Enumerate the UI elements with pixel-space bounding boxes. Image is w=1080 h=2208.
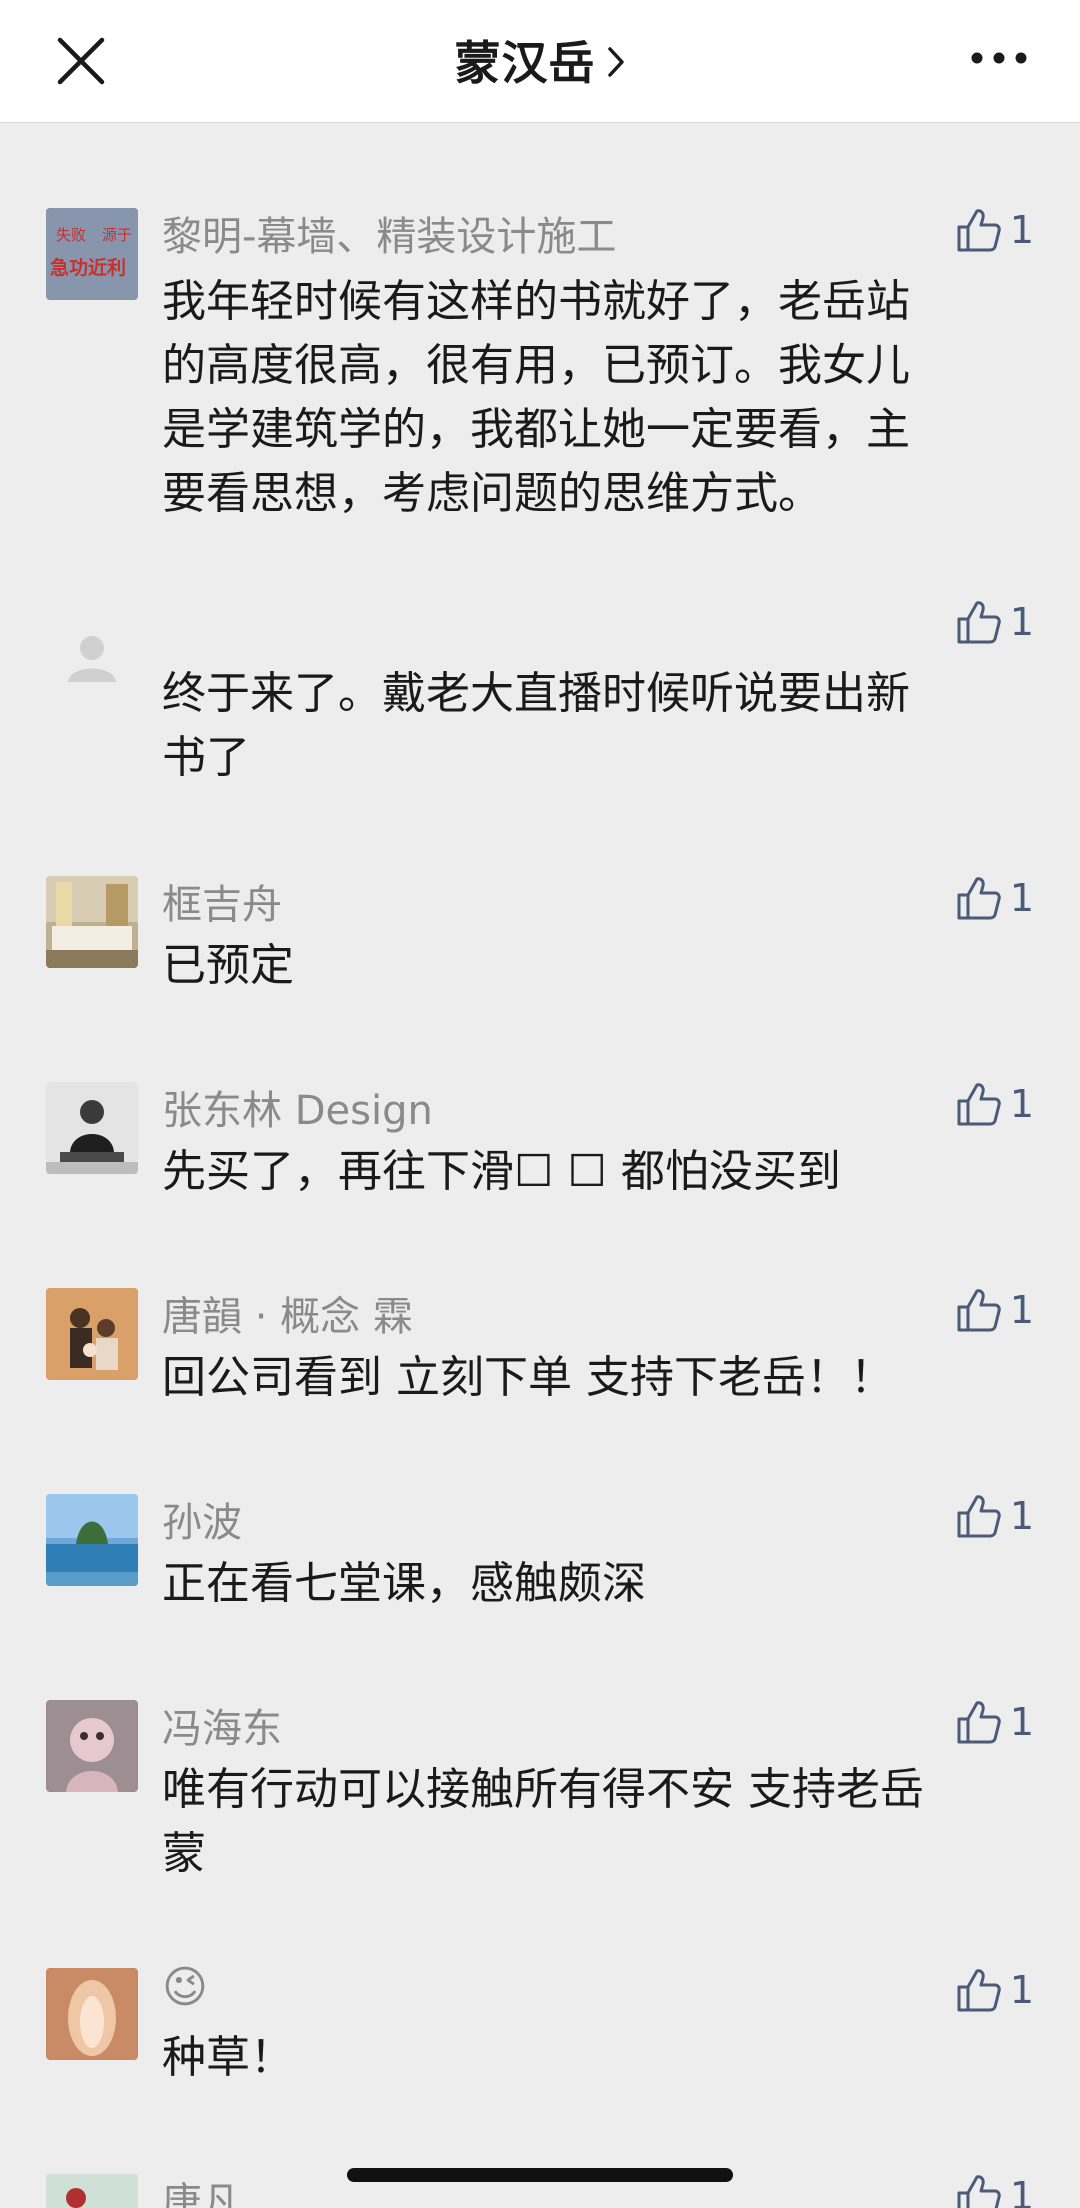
avatar[interactable] bbox=[46, 1968, 138, 2060]
avatar[interactable] bbox=[46, 606, 138, 698]
commenter-name: 冯海东 bbox=[162, 1706, 282, 1752]
commenter-name: 孙波 bbox=[162, 1500, 242, 1546]
comment-item: 孙波 正在看七堂课，感触颇深 1 bbox=[0, 1486, 1080, 1626]
comment-text: 正在看七堂课，感触颇深 bbox=[162, 1552, 1002, 1616]
avatar[interactable]: 失败 源于 急功近利 bbox=[46, 208, 138, 300]
comment-line: 要看思想，考虑问题的思维方式。 bbox=[162, 468, 822, 519]
comment-text: 已预定 bbox=[162, 934, 1002, 998]
comment-line: 我年轻时候有这样的书就好了，老岳站 bbox=[162, 276, 910, 327]
like-count: 1 bbox=[1009, 1700, 1034, 1744]
like-count: 1 bbox=[1009, 1968, 1034, 2012]
comment-line: 正在看七堂课，感触颇深 bbox=[162, 1558, 646, 1609]
commenter-name: 唐韻 · 概念 霖 bbox=[162, 1294, 413, 1340]
avatar[interactable] bbox=[46, 1082, 138, 1174]
comment-text: 唯有行动可以接触所有得不安 支持老岳 蒙 bbox=[162, 1758, 1002, 1886]
comments-page: 蒙汉岳 失败 源于 急功近利 黎明-幕墙、精装设计施工 我年轻时候有这样的书就好… bbox=[0, 0, 1080, 2208]
comment-text: 终于来了。戴老大直播时候听说要出新 书了 bbox=[162, 662, 1002, 790]
avatar[interactable] bbox=[46, 2174, 138, 2208]
avatar[interactable] bbox=[46, 1700, 138, 1792]
commenter-name: 😉 bbox=[162, 1962, 208, 2013]
like-button[interactable]: 1 bbox=[956, 596, 1034, 648]
thumbs-up-icon bbox=[957, 1495, 1001, 1538]
comment-line: 回公司看到 立刻下单 支持下老岳！！ bbox=[162, 1352, 894, 1403]
comment-item: 终于来了。戴老大直播时候听说要出新 书了 1 bbox=[0, 596, 1080, 796]
like-count: 1 bbox=[1009, 1082, 1034, 1126]
like-button[interactable]: 1 bbox=[956, 1078, 1034, 1130]
comment-line: 是学建筑学的，我都让她一定要看，主 bbox=[162, 404, 910, 455]
comment-item: 张东林 Design 先买了，再往下滑☐ ☐ 都怕没买到 1 bbox=[0, 1074, 1080, 1214]
thumbs-up-icon bbox=[957, 209, 1001, 252]
thumbs-up-icon bbox=[957, 1083, 1001, 1126]
thumbs-up-icon bbox=[957, 1289, 1001, 1332]
comment-line: 已预定 bbox=[162, 940, 294, 991]
thumbs-up-icon bbox=[957, 1701, 1001, 1744]
commenter-name: 张东林 Design bbox=[162, 1088, 433, 1134]
more-button[interactable] bbox=[970, 46, 1028, 70]
page-title: 蒙汉岳 bbox=[454, 36, 596, 90]
thumbs-up-icon bbox=[957, 877, 1001, 920]
like-count: 1 bbox=[1009, 876, 1034, 920]
avatar[interactable] bbox=[46, 876, 138, 968]
comment-text: 先买了，再往下滑☐ ☐ 都怕没买到 bbox=[162, 1140, 1002, 1204]
commenter-name: 黎明-幕墙、精装设计施工 bbox=[162, 214, 617, 260]
like-count: 1 bbox=[1009, 1288, 1034, 1332]
like-button[interactable]: 1 bbox=[956, 872, 1034, 924]
avatar-text-top-left: 失败 bbox=[56, 227, 86, 244]
comment-line: 的高度很高，很有用，已预订。我女儿 bbox=[162, 340, 910, 391]
title-link[interactable]: 蒙汉岳 bbox=[0, 28, 1080, 92]
like-button[interactable]: 1 bbox=[956, 1696, 1034, 1748]
like-count: 1 bbox=[1009, 2174, 1034, 2208]
comment-line: 唯有行动可以接触所有得不安 支持老岳 bbox=[162, 1764, 924, 1815]
home-indicator[interactable] bbox=[347, 2168, 733, 2182]
commenter-name: 唐凡 bbox=[162, 2180, 242, 2208]
like-count: 1 bbox=[1009, 208, 1034, 252]
like-button[interactable]: 1 bbox=[956, 1284, 1034, 1336]
comment-text: 回公司看到 立刻下单 支持下老岳！！ bbox=[162, 1346, 1002, 1410]
avatar-text-bottom: 急功近利 bbox=[50, 256, 126, 279]
commenter-name: 框吉舟 bbox=[162, 882, 282, 928]
comment-item: 失败 源于 急功近利 黎明-幕墙、精装设计施工 我年轻时候有这样的书就好了，老岳… bbox=[0, 200, 1080, 540]
thumbs-up-icon bbox=[957, 2175, 1001, 2208]
thumbs-up-icon bbox=[957, 601, 1001, 644]
avatar[interactable] bbox=[46, 1494, 138, 1586]
like-button[interactable]: 1 bbox=[956, 204, 1034, 256]
comment-line: 书了 bbox=[162, 732, 250, 783]
thumbs-up-icon bbox=[957, 1969, 1001, 2012]
comment-item: 唐韻 · 概念 霖 回公司看到 立刻下单 支持下老岳！！ 1 bbox=[0, 1280, 1080, 1420]
like-count: 1 bbox=[1009, 600, 1034, 644]
avatar-text-top-right: 源于 bbox=[102, 227, 132, 244]
comment-line: 终于来了。戴老大直播时候听说要出新 bbox=[162, 668, 910, 719]
chevron-right-icon bbox=[607, 47, 624, 77]
comment-text: 我年轻时候有这样的书就好了，老岳站 的高度很高，很有用，已预订。我女儿 是学建筑… bbox=[162, 270, 1002, 526]
top-bar: 蒙汉岳 bbox=[0, 0, 1080, 123]
like-button[interactable]: 1 bbox=[956, 1490, 1034, 1542]
more-dots-icon bbox=[971, 52, 1027, 64]
like-button[interactable]: 1 bbox=[956, 1964, 1034, 2016]
comment-item: 😉 种草！ 1 bbox=[0, 1960, 1080, 2100]
avatar[interactable] bbox=[46, 1288, 138, 1380]
comment-text: 种草！ bbox=[162, 2026, 1002, 2090]
comment-line: 蒙 bbox=[162, 1828, 206, 1879]
comment-line: 先买了，再往下滑☐ ☐ 都怕没买到 bbox=[162, 1146, 841, 1197]
comment-item: 框吉舟 已预定 1 bbox=[0, 868, 1080, 1008]
comment-item: 冯海东 唯有行动可以接触所有得不安 支持老岳 蒙 1 bbox=[0, 1692, 1080, 1892]
like-button[interactable]: 1 bbox=[956, 2170, 1034, 2208]
comment-line: 种草！ bbox=[162, 2032, 294, 2083]
like-count: 1 bbox=[1009, 1494, 1034, 1538]
